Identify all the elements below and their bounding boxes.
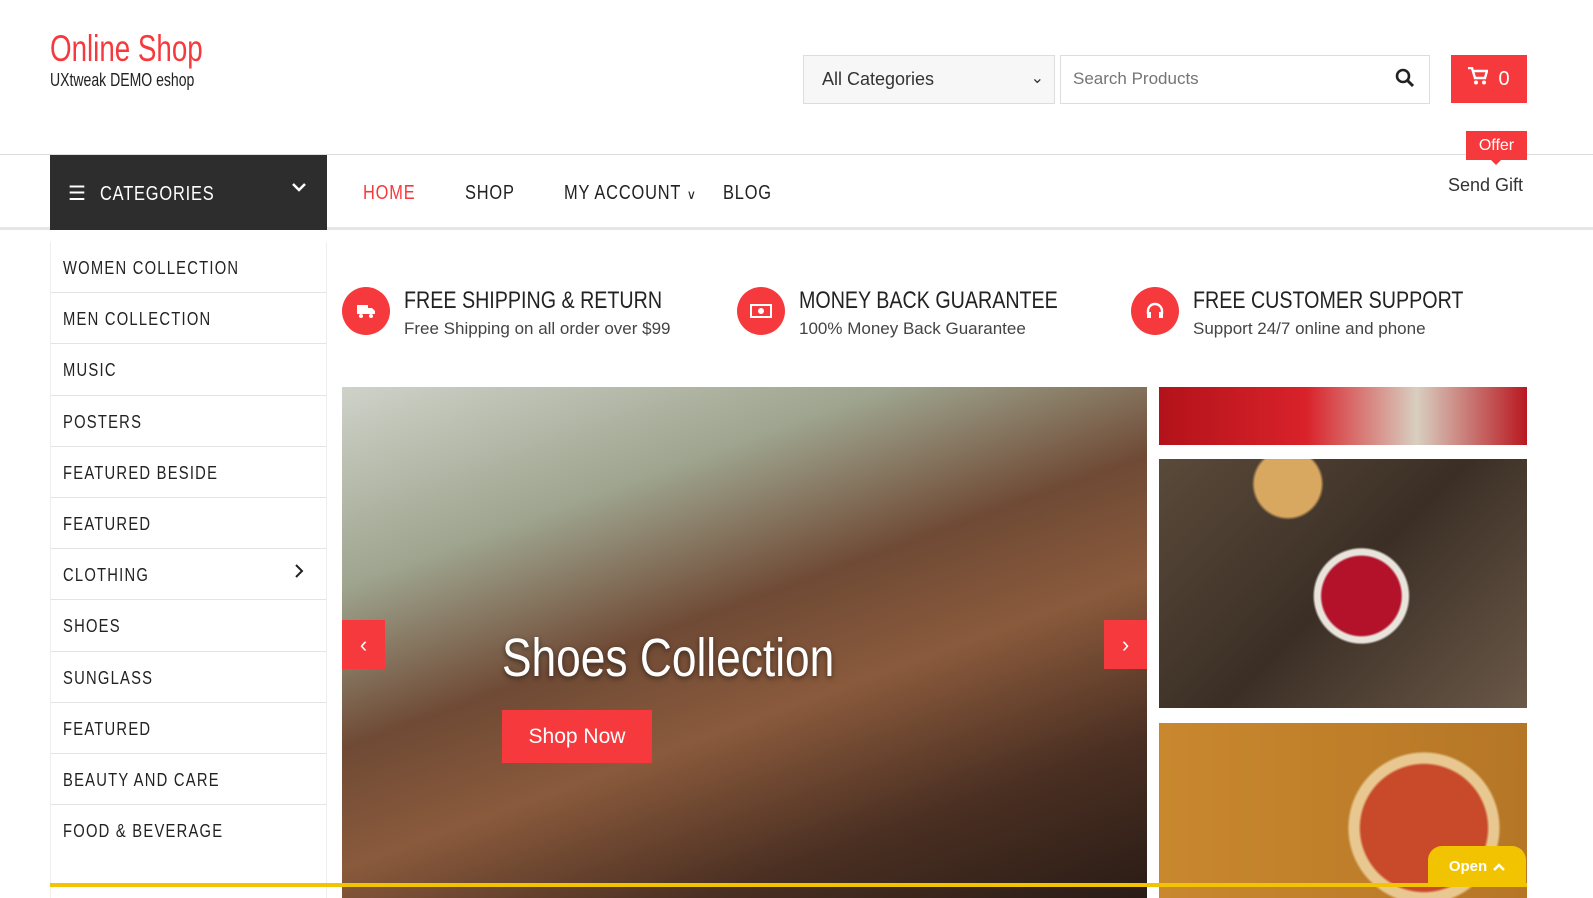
sidebar-item-label: MEN COLLECTION — [63, 309, 212, 330]
promo-banner-dessert[interactable] — [1159, 387, 1527, 445]
money-icon — [737, 287, 785, 335]
nav-home[interactable]: HOME — [363, 182, 415, 205]
sidebar-item[interactable]: WOMEN COLLECTION — [51, 242, 326, 294]
sidebar-item[interactable]: MUSIC — [51, 344, 326, 396]
nav-blog[interactable]: BLOG — [723, 182, 772, 205]
promo-banner-raspberries[interactable] — [1159, 459, 1527, 708]
category-sidebar: WOMEN COLLECTION MEN COLLECTION MUSIC PO… — [50, 242, 327, 898]
chevron-down-icon — [291, 177, 307, 200]
sidebar-item-label: CLOTHING — [63, 565, 150, 586]
sidebar-item[interactable]: FEATURED — [51, 498, 326, 550]
cart-count: 0 — [1498, 67, 1510, 90]
feature-text: 100% Money Back Guarantee — [799, 319, 1026, 338]
category-select[interactable]: All Categories ⌄ — [803, 55, 1055, 104]
truck-icon — [342, 287, 390, 335]
widget-bar — [50, 883, 1527, 887]
sidebar-item-clothing[interactable]: CLOTHING — [51, 549, 326, 601]
feature-text: Support 24/7 online and phone — [1193, 319, 1426, 338]
sidebar-item[interactable]: SUNGLASS — [51, 652, 326, 703]
feedback-widget-open-button[interactable]: Open — [1428, 846, 1526, 886]
chevron-up-icon — [1493, 858, 1506, 875]
chevron-down-icon: ⌄ — [1030, 70, 1044, 87]
cart-icon — [1468, 66, 1490, 91]
search-icon[interactable] — [1395, 68, 1415, 93]
sidebar-item[interactable]: FEATURED — [51, 703, 326, 754]
slide-title: Shoes Collection — [502, 628, 835, 688]
hero-slider: ‹ › Shoes Collection Shop Now — [342, 387, 1147, 898]
category-select-value: All Categories — [822, 69, 935, 89]
categories-label: CATEGORIES — [99, 183, 215, 205]
menu-icon: ☰ — [68, 183, 86, 205]
feature-title: FREE CUSTOMER SUPPORT — [1193, 287, 1464, 314]
logo[interactable]: Online Shop UXtweak DEMO eshop — [50, 28, 254, 91]
sidebar-item-label: FEATURED BESIDE — [63, 462, 219, 483]
feature-money-back: MONEY BACK GUARANTEE 100% Money Back Guar… — [737, 287, 1115, 339]
feature-support: FREE CUSTOMER SUPPORT Support 24/7 online… — [1131, 287, 1523, 339]
sidebar-item-label: POSTERS — [63, 411, 143, 432]
sidebar-item[interactable]: POSTERS — [51, 396, 326, 447]
sidebar-item[interactable]: FOOD & BEVERAGE — [51, 805, 326, 856]
chevron-left-icon: ‹ — [359, 631, 368, 657]
headset-icon — [1131, 287, 1179, 335]
cart-button[interactable]: 0 — [1451, 55, 1527, 103]
chevron-down-icon: ∨ — [686, 187, 698, 202]
sidebar-item-label: FEATURED — [63, 513, 152, 534]
chevron-right-icon: › — [1121, 631, 1130, 657]
sidebar-item-label: MUSIC — [63, 360, 117, 381]
search-input[interactable] — [1061, 56, 1381, 101]
shop-now-button[interactable]: Shop Now — [502, 710, 652, 763]
site-subtitle: UXtweak DEMO eshop — [50, 70, 195, 90]
sidebar-item[interactable]: MEN COLLECTION — [51, 293, 326, 345]
slider-next-button[interactable]: › — [1104, 620, 1147, 669]
sidebar-item[interactable]: BEAUTY AND CARE — [51, 754, 326, 806]
sidebar-item-label: BEAUTY AND CARE — [63, 769, 220, 790]
sidebar-item-label: FOOD & BEVERAGE — [63, 821, 224, 842]
sidebar-item-label: SHOES — [63, 616, 121, 637]
nav-my-account[interactable]: MY ACCOUNT ∨ — [564, 182, 698, 205]
send-gift-link[interactable]: Send Gift — [1448, 175, 1523, 196]
site-title[interactable]: Online Shop — [50, 28, 203, 70]
sidebar-item-label: FEATURED — [63, 718, 152, 739]
sidebar-item[interactable]: FEATURED BESIDE — [51, 447, 326, 498]
feature-text: Free Shipping on all order over $99 — [404, 319, 671, 338]
sidebar-item-label: SUNGLASS — [63, 667, 154, 688]
nav-shop[interactable]: SHOP — [465, 182, 515, 205]
main-nav: HOME SHOP MY ACCOUNT ∨ BLOG — [363, 182, 783, 205]
feature-title: MONEY BACK GUARANTEE — [799, 287, 1058, 314]
nav-my-account-label[interactable]: MY ACCOUNT — [564, 182, 681, 205]
sidebar-item[interactable]: SHOES — [51, 600, 326, 652]
search-box — [1060, 55, 1430, 104]
feature-shipping: FREE SHIPPING & RETURN Free Shipping on a… — [342, 287, 719, 339]
offer-badge: Offer — [1466, 131, 1527, 165]
slider-prev-button[interactable]: ‹ — [342, 620, 385, 669]
sidebar-item-label: WOMEN COLLECTION — [63, 258, 240, 278]
feature-title: FREE SHIPPING & RETURN — [404, 287, 663, 314]
open-label: Open — [1448, 857, 1488, 875]
categories-toggle[interactable]: ☰ CATEGORIES — [50, 155, 327, 230]
chevron-right-icon — [294, 563, 304, 584]
navbar: ☰ CATEGORIES HOME SHOP MY ACCOUNT ∨ BLOG — [0, 155, 1593, 230]
